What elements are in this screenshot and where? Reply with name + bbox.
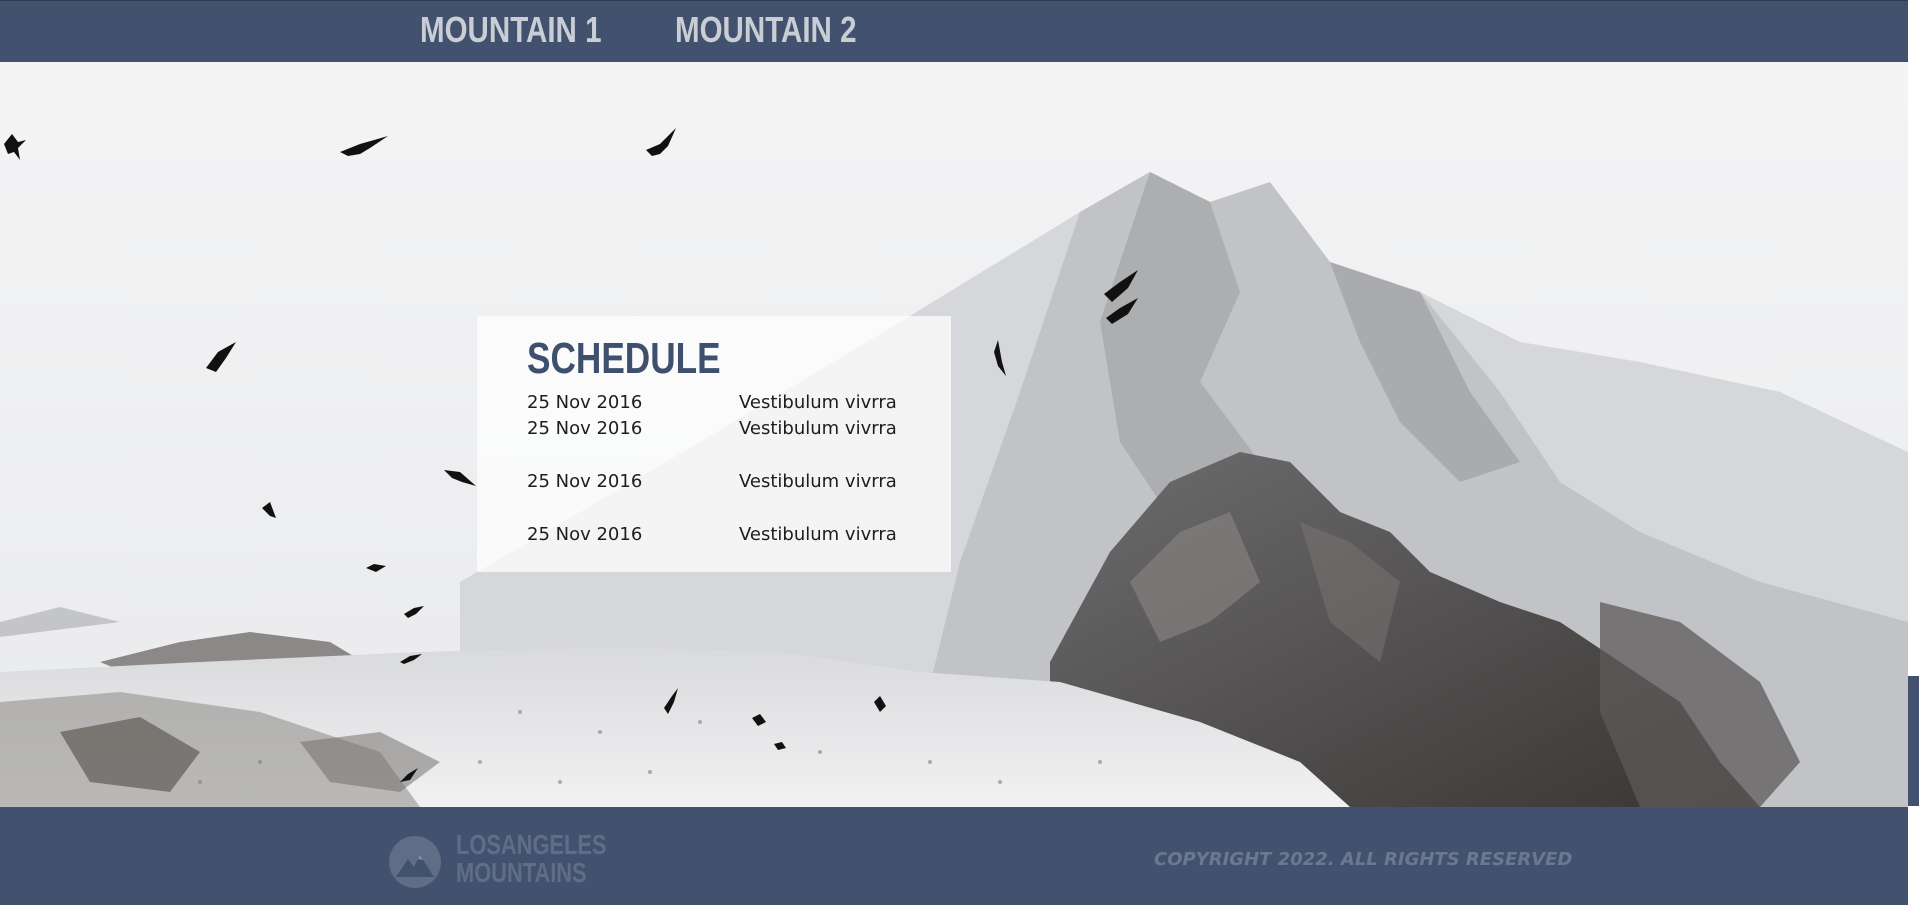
scrollbar-thumb[interactable] (1908, 676, 1919, 806)
schedule-description: Vestibulum vivrra (739, 418, 897, 439)
nav-link-mountain-1[interactable]: MOUNTAIN 1 (420, 9, 601, 51)
top-navigation: MOUNTAIN 1 MOUNTAIN 2 (0, 0, 1908, 63)
logo-text: LOSANGELES MOUNTAINS (456, 831, 606, 887)
schedule-description: Vestibulum vivrra (739, 524, 897, 545)
mountain-logo-icon (389, 836, 441, 888)
logo-line-1: LOSANGELES (456, 829, 607, 860)
mountain-illustration (0, 62, 1908, 807)
footer: LOSANGELES MOUNTAINS COPYRIGHT 2022. ALL… (0, 807, 1908, 905)
schedule-title: SCHEDULE (527, 334, 721, 383)
schedule-description: Vestibulum vivrra (739, 471, 897, 492)
schedule-row: 25 Nov 2016 Vestibulum vivrra (527, 392, 947, 418)
schedule-date: 25 Nov 2016 (527, 524, 643, 545)
schedule-date: 25 Nov 2016 (527, 392, 643, 413)
schedule-row: 25 Nov 2016 Vestibulum vivrra (527, 471, 947, 497)
schedule-date: 25 Nov 2016 (527, 471, 643, 492)
copyright-text: COPYRIGHT 2022. ALL RIGHTS RESERVED (1154, 849, 1573, 870)
schedule-panel: SCHEDULE 25 Nov 2016 Vestibulum vivrra 2… (477, 316, 951, 572)
logo-line-2: MOUNTAINS (456, 857, 587, 888)
schedule-row: 25 Nov 2016 Vestibulum vivrra (527, 524, 947, 550)
schedule-date: 25 Nov 2016 (527, 418, 643, 439)
scrollbar[interactable] (1908, 0, 1919, 905)
hero-mountain-image: SCHEDULE 25 Nov 2016 Vestibulum vivrra 2… (0, 62, 1908, 807)
nav-link-mountain-2[interactable]: MOUNTAIN 2 (675, 9, 856, 51)
footer-logo[interactable]: LOSANGELES MOUNTAINS (388, 831, 608, 889)
schedule-description: Vestibulum vivrra (739, 392, 897, 413)
schedule-row: 25 Nov 2016 Vestibulum vivrra (527, 418, 947, 444)
